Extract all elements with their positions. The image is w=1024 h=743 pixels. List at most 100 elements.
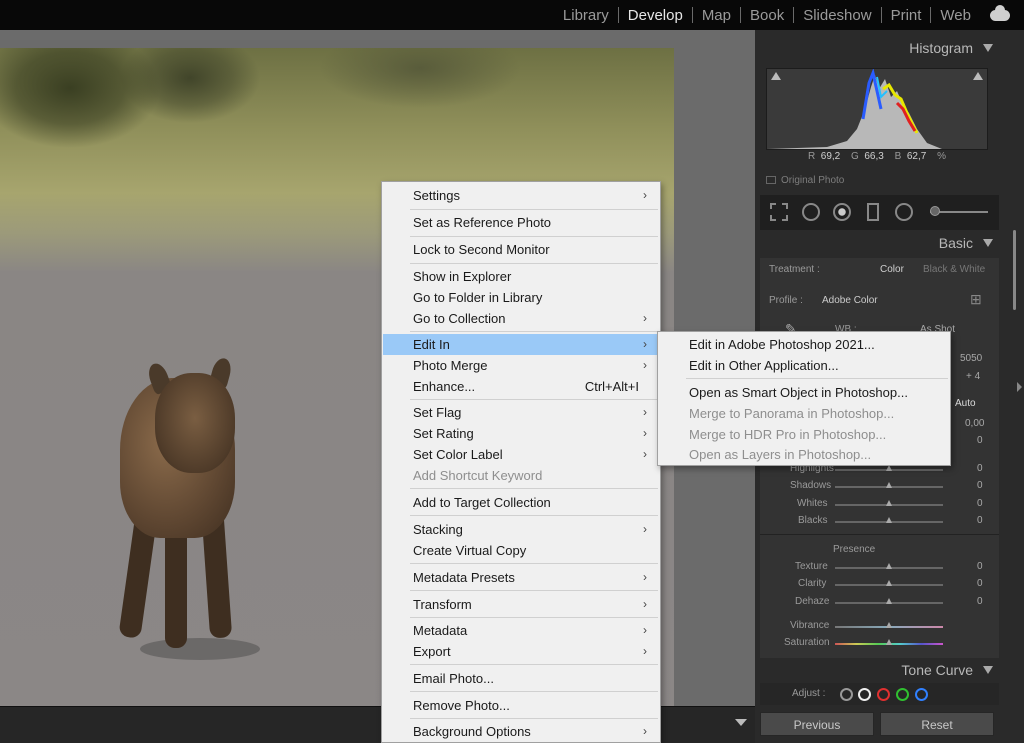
blue-channel-icon[interactable] (915, 688, 928, 701)
highlights-value[interactable]: 0 (977, 463, 983, 474)
green-channel-icon[interactable] (896, 688, 909, 701)
collapse-triangle-icon[interactable] (983, 666, 993, 674)
menu-item-label: Remove Photo... (413, 698, 510, 713)
auto-button[interactable]: Auto (955, 398, 976, 409)
module-print[interactable]: Print (882, 7, 931, 24)
submenu-item-edit-in-photoshop[interactable]: Edit in Adobe Photoshop 2021... (659, 334, 949, 355)
submenu-arrow-icon: › (643, 724, 647, 738)
panel-collapse-arrow-icon[interactable] (1017, 382, 1022, 392)
module-book[interactable]: Book (741, 7, 793, 24)
tone-curve-header[interactable]: Tone Curve (760, 657, 999, 683)
previous-button[interactable]: Previous (760, 712, 874, 736)
dehaze-value[interactable]: 0 (977, 596, 983, 607)
whites-value[interactable]: 0 (977, 498, 983, 509)
histogram[interactable] (766, 68, 988, 150)
reset-button[interactable]: Reset (880, 712, 994, 736)
module-web[interactable]: Web (931, 7, 980, 24)
menu-item-photo-merge[interactable]: Photo Merge › (383, 355, 659, 376)
saturation-knob[interactable] (886, 639, 892, 645)
exposure-value[interactable]: 0,00 (965, 418, 984, 429)
treatment-color-button[interactable]: Color (880, 264, 904, 275)
submenu-item-open-smart-object[interactable]: Open as Smart Object in Photoshop... (659, 382, 949, 403)
menu-item-stacking[interactable]: Stacking › (383, 519, 659, 540)
highlight-clipping-icon[interactable] (973, 72, 983, 80)
menu-item-set-reference-photo[interactable]: Set as Reference Photo (383, 212, 659, 233)
menu-item-email-photo[interactable]: Email Photo... (383, 668, 659, 689)
menu-separator (410, 515, 658, 516)
menu-item-show-in-explorer[interactable]: Show in Explorer (383, 266, 659, 287)
shadow-clipping-icon[interactable] (771, 72, 781, 80)
clarity-value[interactable]: 0 (977, 578, 983, 589)
collapse-triangle-icon[interactable] (983, 239, 993, 247)
menu-item-enhance[interactable]: Enhance... Ctrl+Alt+I (383, 376, 659, 397)
histogram-header[interactable]: Histogram (760, 35, 999, 61)
blacks-knob[interactable] (886, 517, 892, 523)
original-photo-checkbox[interactable]: Original Photo (766, 175, 844, 186)
menu-item-metadata[interactable]: Metadata › (383, 620, 659, 641)
graduated-filter-icon[interactable] (867, 203, 879, 221)
menu-item-create-virtual-copy[interactable]: Create Virtual Copy (383, 540, 659, 561)
vibrance-label: Vibrance (790, 620, 830, 631)
brush-slider-knob[interactable] (930, 206, 940, 216)
menu-item-go-to-collection[interactable]: Go to Collection › (383, 308, 659, 329)
menu-item-edit-in[interactable]: Edit In › (383, 334, 659, 355)
radial-filter-icon[interactable] (895, 203, 913, 221)
menu-item-label: Metadata Presets (413, 570, 515, 585)
menu-item-label: Export (413, 644, 451, 659)
module-library[interactable]: Library (554, 7, 618, 24)
menu-item-label: Set Rating (413, 426, 474, 441)
dehaze-knob[interactable] (886, 598, 892, 604)
point-curve-icon[interactable] (858, 688, 871, 701)
temp-value[interactable]: 5050 (960, 353, 982, 364)
collapse-triangle-icon[interactable] (983, 44, 993, 52)
menu-item-export[interactable]: Export › (383, 641, 659, 662)
submenu-item-edit-in-other-app[interactable]: Edit in Other Application... (659, 355, 949, 376)
module-develop[interactable]: Develop (619, 7, 692, 24)
menu-item-set-rating[interactable]: Set Rating › (383, 423, 659, 444)
menu-item-set-flag[interactable]: Set Flag › (383, 402, 659, 423)
menu-item-go-to-folder[interactable]: Go to Folder in Library (383, 287, 659, 308)
grid-icon[interactable]: ⊞ (970, 291, 982, 308)
menu-item-metadata-presets[interactable]: Metadata Presets › (383, 567, 659, 588)
parametric-curve-icon[interactable] (840, 688, 853, 701)
menu-item-label: Open as Layers in Photoshop... (689, 447, 872, 462)
treatment-bw-button[interactable]: Black & White (923, 264, 985, 275)
toolbar-menu-triangle-icon[interactable] (735, 719, 747, 726)
shadows-value[interactable]: 0 (977, 480, 983, 491)
red-channel-icon[interactable] (877, 688, 890, 701)
menu-item-remove-photo[interactable]: Remove Photo... (383, 695, 659, 716)
blacks-value[interactable]: 0 (977, 515, 983, 526)
cloud-icon[interactable] (990, 4, 1010, 21)
menu-item-add-target-collection[interactable]: Add to Target Collection (383, 492, 659, 513)
menu-item-label: Show in Explorer (413, 269, 512, 284)
texture-value[interactable]: 0 (977, 561, 983, 572)
module-map[interactable]: Map (693, 7, 740, 24)
shadows-knob[interactable] (886, 482, 892, 488)
menu-item-set-color-label[interactable]: Set Color Label › (383, 444, 659, 465)
crop-icon[interactable] (770, 203, 788, 221)
vibrance-knob[interactable] (886, 622, 892, 628)
menu-item-label: Open as Smart Object in Photoshop... (689, 385, 908, 400)
module-slideshow[interactable]: Slideshow (794, 7, 880, 24)
whites-knob[interactable] (886, 500, 892, 506)
texture-knob[interactable] (886, 563, 892, 569)
dehaze-label: Dehaze (795, 596, 830, 607)
spot-removal-icon[interactable] (802, 203, 820, 221)
menu-item-transform[interactable]: Transform › (383, 594, 659, 615)
checkbox-icon[interactable] (766, 176, 776, 184)
red-eye-icon[interactable] (833, 203, 851, 221)
menu-item-lock-second-monitor[interactable]: Lock to Second Monitor (383, 239, 659, 260)
clarity-label: Clarity (798, 578, 827, 589)
submenu-arrow-icon: › (643, 188, 647, 202)
basic-header[interactable]: Basic (760, 230, 999, 256)
menu-item-background-options[interactable]: Background Options › (383, 721, 659, 742)
clarity-knob[interactable] (886, 580, 892, 586)
menu-item-label: Email Photo... (413, 671, 494, 686)
profile-select[interactable]: Adobe Color (822, 295, 878, 306)
panel-scrollbar[interactable] (1013, 230, 1016, 310)
g-value: 66,3 (864, 151, 884, 162)
tint-value[interactable]: + 4 (966, 371, 980, 382)
contrast-value[interactable]: 0 (977, 435, 983, 446)
menu-item-settings[interactable]: Settings › (383, 185, 659, 206)
blacks-label: Blacks (798, 515, 828, 526)
